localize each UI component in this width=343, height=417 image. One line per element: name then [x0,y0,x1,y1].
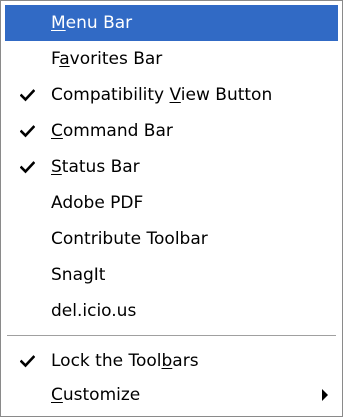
check-slot [5,293,49,329]
checkmark-icon [5,113,49,149]
menu-item-status-bar[interactable]: Status Bar [5,149,338,185]
checkmark-icon [5,343,49,379]
menu-item-label: del.icio.us [51,301,137,321]
check-slot [5,5,49,41]
menu-item-label: Command Bar [51,121,173,141]
check-slot [5,41,49,77]
menu-item-favorites-bar[interactable]: Favorites Bar [5,41,338,77]
menu-item-label: Customize [51,385,141,405]
menu-separator [7,335,336,337]
check-slot [5,185,49,221]
checkmark-icon [5,77,49,113]
menu-item-label: Status Bar [51,157,140,177]
menu-item-menu-bar[interactable]: Menu Bar [5,5,338,41]
submenu-arrow-icon [322,389,328,401]
menu-item-label: Compatibility View Button [51,85,273,105]
menu-item-snagit[interactable]: SnagIt [5,257,338,293]
menu-item-label: Adobe PDF [51,193,144,213]
menu-item-contribute-toolbar[interactable]: Contribute Toolbar [5,221,338,257]
check-slot [5,221,49,257]
toolbars-context-menu: Menu Bar Favorites Bar Compatibility Vie… [0,0,343,417]
check-slot [5,257,49,293]
menu-item-del-icio-us[interactable]: del.icio.us [5,293,338,329]
menu-item-lock-the-toolbars[interactable]: Lock the Toolbars [5,343,338,379]
menu-item-label: Menu Bar [51,13,133,33]
menu-item-adobe-pdf[interactable]: Adobe PDF [5,185,338,221]
menu-item-customize[interactable]: Customize [5,377,338,413]
menu-item-label: Lock the Toolbars [51,351,199,371]
check-slot [5,377,49,413]
menu-item-compatibility-view-button[interactable]: Compatibility View Button [5,77,338,113]
menu-item-label: Contribute Toolbar [51,229,208,249]
menu-item-command-bar[interactable]: Command Bar [5,113,338,149]
menu-item-label: Favorites Bar [51,49,163,69]
checkmark-icon [5,149,49,185]
menu-item-label: SnagIt [51,265,106,285]
